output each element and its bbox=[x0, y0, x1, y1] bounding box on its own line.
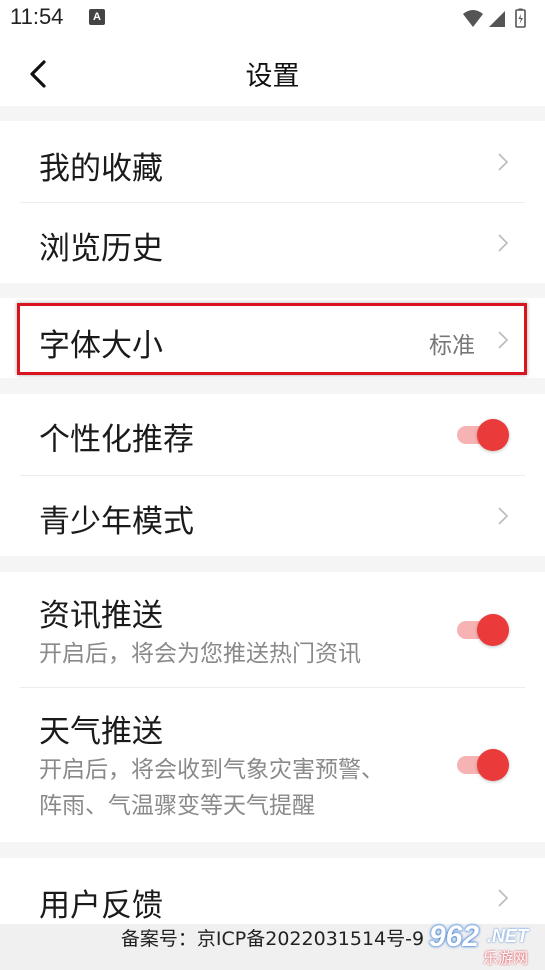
settings-row-feedback[interactable]: 用户反馈 bbox=[0, 858, 545, 924]
watermark-number: 962 bbox=[429, 920, 480, 953]
toggle-knob bbox=[477, 614, 509, 646]
chevron-right-icon bbox=[498, 889, 509, 907]
settings-group-5: 用户反馈 bbox=[0, 858, 545, 924]
settings-row-history[interactable]: 浏览历史 bbox=[0, 203, 545, 285]
site-watermark: 962 .NET 乐游网 bbox=[429, 920, 539, 968]
row-subtitle-line-1: 开启后，将会收到气象灾害预警、 bbox=[39, 757, 384, 783]
weather-push-toggle[interactable] bbox=[457, 748, 509, 782]
row-label: 个性化推荐 bbox=[39, 422, 194, 458]
watermark-text: 乐游网 bbox=[483, 949, 529, 967]
settings-row-favorites[interactable]: 我的收藏 bbox=[0, 121, 545, 203]
signal-icon bbox=[489, 11, 505, 27]
settings-row-teen-mode[interactable]: 青少年模式 bbox=[0, 476, 545, 558]
settings-group-3: 个性化推荐 青少年模式 bbox=[0, 394, 545, 556]
news-push-toggle[interactable] bbox=[457, 613, 509, 647]
page-title: 设置 bbox=[245, 61, 300, 92]
status-time: 11:54 bbox=[10, 4, 64, 29]
header: 设置 bbox=[0, 36, 545, 106]
notification-icon: A bbox=[89, 9, 105, 25]
toggle-knob bbox=[477, 419, 509, 451]
status-bar: 11:54 A bbox=[0, 0, 545, 36]
toggle-knob bbox=[477, 749, 509, 781]
settings-group-4: 资讯推送 开启后，将会为您推送热门资讯 天气推送 开启后，将会收到气象灾害预警、… bbox=[0, 572, 545, 842]
row-subtitle-line-2: 阵雨、气温骤变等天气提醒 bbox=[39, 793, 315, 819]
personalized-recommendation-toggle[interactable] bbox=[457, 418, 509, 452]
settings-row-personalized-recommendation: 个性化推荐 bbox=[0, 394, 545, 476]
chevron-right-icon bbox=[498, 234, 509, 252]
row-label: 我的收藏 bbox=[39, 151, 163, 187]
battery-icon bbox=[515, 8, 526, 28]
row-label: 天气推送 bbox=[39, 714, 163, 750]
row-label: 用户反馈 bbox=[39, 888, 163, 924]
row-label: 资讯推送 bbox=[39, 598, 163, 634]
chevron-right-icon bbox=[498, 507, 509, 525]
row-subtitle: 开启后，将会为您推送热门资讯 bbox=[39, 641, 361, 667]
row-label: 浏览历史 bbox=[39, 231, 163, 267]
row-label: 青少年模式 bbox=[39, 504, 194, 540]
settings-group-1: 我的收藏 浏览历史 bbox=[0, 121, 545, 283]
status-icons bbox=[461, 8, 531, 35]
wifi-icon bbox=[463, 10, 483, 27]
chevron-right-icon bbox=[498, 153, 509, 171]
highlight-box bbox=[17, 303, 527, 375]
watermark-net: .NET bbox=[487, 926, 529, 946]
settings-row-news-push: 资讯推送 开启后，将会为您推送热门资讯 bbox=[0, 572, 545, 688]
settings-row-weather-push: 天气推送 开启后，将会收到气象灾害预警、 阵雨、气温骤变等天气提醒 bbox=[0, 688, 545, 842]
